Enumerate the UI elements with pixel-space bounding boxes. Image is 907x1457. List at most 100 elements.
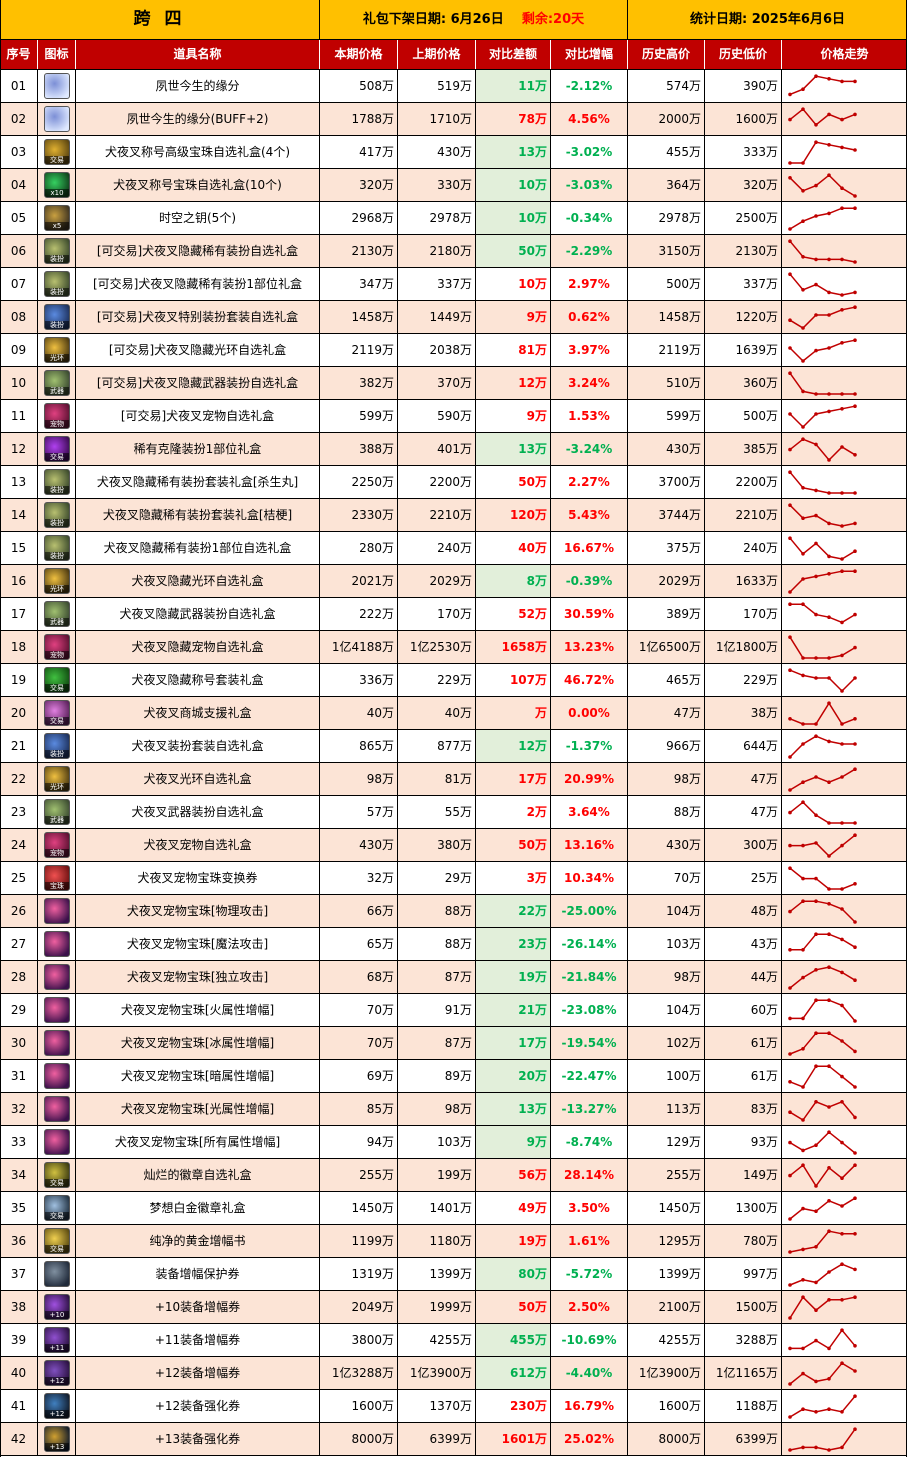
col-trend-cell xyxy=(782,730,907,762)
table-row: 32 犬夜叉宠物宝珠[光属性增幅] 85万 98万 13万 -13.27% 113万 83万 xyxy=(0,1093,907,1126)
trend-point xyxy=(801,1047,805,1051)
col-change-cell: 1.53% xyxy=(551,400,628,432)
col-current-price-cell: 40万 xyxy=(320,697,398,729)
col-change-cell: 3.24% xyxy=(551,367,628,399)
col-difference-cell: 50万 xyxy=(476,235,551,267)
trend-point xyxy=(853,305,857,309)
price-trend-sparkline xyxy=(788,305,857,330)
col-change-cell: -19.54% xyxy=(551,1027,628,1059)
trend-point xyxy=(814,574,818,579)
col-difference-cell: 10万 xyxy=(476,202,551,234)
col-history-low-cell: 48万 xyxy=(705,895,782,927)
price-trend-sparkline xyxy=(788,932,857,952)
col-name-cell: 犬夜叉隐藏称号套装礼盒 xyxy=(76,664,320,696)
col-history-low-cell: 1220万 xyxy=(705,301,782,333)
col-icon-cell xyxy=(38,961,76,993)
trend-line xyxy=(789,1065,856,1088)
col-difference-cell: 9万 xyxy=(476,301,551,333)
col-icon-cell: 光环 xyxy=(38,334,76,366)
col-icon-header: 图标 xyxy=(38,40,76,69)
trend-point xyxy=(814,1308,818,1312)
price-trend-sparkline xyxy=(788,437,857,462)
trend-line xyxy=(789,867,856,890)
trend-point xyxy=(840,1003,844,1008)
col-name-cell: [可交易]犬夜叉隐藏稀有装扮自选礼盒 xyxy=(76,235,320,267)
price-trend-sparkline xyxy=(788,1361,857,1386)
trend-point xyxy=(853,549,857,553)
col-current-price-cell: 2250万 xyxy=(320,466,398,498)
col-history-high-cell: 1亿6500万 xyxy=(628,631,705,663)
amp10-icon: +10 xyxy=(44,1294,70,1320)
trend-point xyxy=(853,148,857,152)
aura-box-icon: 光环 xyxy=(44,766,70,792)
col-index-cell: 14 xyxy=(0,499,38,531)
table-row: 09 光环 [可交易]犬夜叉隐藏光环自选礼盒 2119万 2038万 81万 3.97% 21… xyxy=(0,334,907,367)
table-title-bar: 跨 四 礼包下架日期: 6月26日 剩余:20天 统计日期: 2025年6月6日 xyxy=(0,0,907,40)
col-difference-cell: 455万 xyxy=(476,1324,551,1356)
col-index-cell: 30 xyxy=(0,1027,38,1059)
trend-point xyxy=(801,219,805,223)
col-index-header: 序号 xyxy=(0,40,38,69)
table-row: 04 x10 犬夜叉称号宝珠自选礼盒(10个) 320万 330万 10万 -3.03% 36… xyxy=(0,169,907,202)
col-history-high-cell: 3150万 xyxy=(628,235,705,267)
col-current-price-cell: 1788万 xyxy=(320,103,398,135)
col-index-cell: 29 xyxy=(0,994,38,1026)
trend-point xyxy=(801,780,805,784)
col-previous-price-cell: 1180万 xyxy=(398,1225,476,1257)
trend-point xyxy=(853,676,857,680)
offline-date: 6月26日 xyxy=(450,12,504,27)
trend-point xyxy=(788,668,792,672)
trend-point xyxy=(827,701,831,705)
col-history-low-cell: 780万 xyxy=(705,1225,782,1257)
col-history-high-cell: 389万 xyxy=(628,598,705,630)
col-difference-cell: 230万 xyxy=(476,1390,551,1422)
trend-point xyxy=(788,1217,792,1221)
col-trend-cell xyxy=(782,1027,907,1059)
col-trend-cell xyxy=(782,994,907,1026)
trend-point xyxy=(788,1415,792,1419)
col-history-low-cell: 170万 xyxy=(705,598,782,630)
col-history-low-header: 历史低价 xyxy=(705,40,782,69)
col-history-high-cell: 3700万 xyxy=(628,466,705,498)
trend-line xyxy=(789,504,856,527)
trend-point xyxy=(788,1052,792,1056)
col-index-cell: 05 xyxy=(0,202,38,234)
col-trend-cell xyxy=(782,862,907,894)
col-icon-cell: 交易 xyxy=(38,697,76,729)
stat-date-info: 统计日期: 2025年6月6日 xyxy=(628,0,907,39)
table-row: 36 交易 纯净的黄金增幅书 1199万 1180万 19万 1.61% 1295万 780万 xyxy=(0,1225,907,1258)
pet-orb-icon xyxy=(44,931,70,957)
trend-point xyxy=(840,1262,844,1266)
col-history-high-cell: 430万 xyxy=(628,433,705,465)
col-trend-cell xyxy=(782,598,907,630)
trend-point xyxy=(827,313,831,317)
trend-point xyxy=(853,1085,857,1089)
price-trend-sparkline xyxy=(788,602,857,625)
trend-point xyxy=(814,1280,818,1285)
table-row: 23 武器 犬夜叉武器装扮自选礼盒 57万 55万 2万 3.64% 88万 47万 xyxy=(0,796,907,829)
trend-line xyxy=(789,900,856,923)
price-trend-sparkline xyxy=(788,767,857,792)
col-change-cell: 5.43% xyxy=(551,499,628,531)
col-icon-cell: 武器 xyxy=(38,796,76,828)
col-previous-price-cell: 1亿2530万 xyxy=(398,631,476,663)
trend-line xyxy=(789,1362,856,1385)
trend-line xyxy=(789,1197,856,1220)
table-row: 31 犬夜叉宠物宝珠[暗属性增幅] 69万 89万 20万 -22.47% 100万 61万 xyxy=(0,1060,907,1093)
col-current-price-cell: 98万 xyxy=(320,763,398,795)
col-index-cell: 06 xyxy=(0,235,38,267)
col-icon-cell: x10 xyxy=(38,169,76,201)
col-previous-price-cell: 29万 xyxy=(398,862,476,894)
col-history-low-cell: 60万 xyxy=(705,994,782,1026)
col-index-cell: 39 xyxy=(0,1324,38,1356)
trend-point xyxy=(801,255,805,259)
col-history-low-cell: 229万 xyxy=(705,664,782,696)
col-current-price-cell: 347万 xyxy=(320,268,398,300)
col-history-low-cell: 644万 xyxy=(705,730,782,762)
trend-point xyxy=(840,1176,844,1180)
col-name-cell: 梦想白金徽章礼盒 xyxy=(76,1192,320,1224)
col-name-cell: 犬夜叉宠物宝珠[独立攻击] xyxy=(76,961,320,993)
remaining-value: 20天 xyxy=(553,12,585,27)
col-difference-cell: 10万 xyxy=(476,169,551,201)
col-trend-cell xyxy=(782,1357,907,1389)
